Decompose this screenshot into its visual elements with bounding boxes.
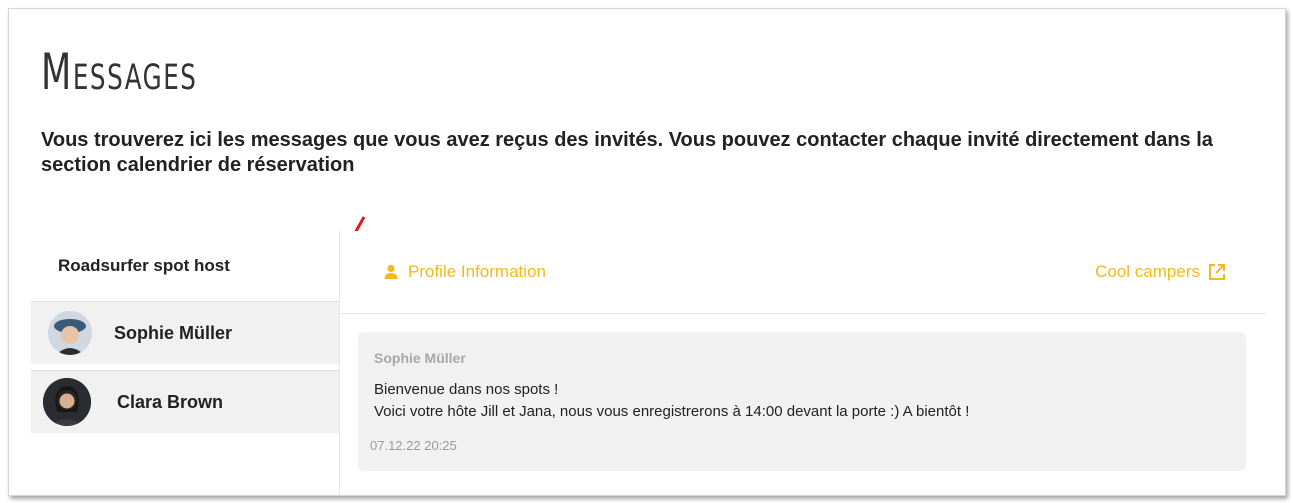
message-line: Voici votre hôte Jill et Jana, nous vous… (374, 403, 970, 420)
message-timestamp: 07.12.22 20:25 (370, 438, 457, 453)
conversation-item-clara[interactable]: Clara Brown (31, 370, 339, 433)
cool-campers-link[interactable]: Cool campers (1095, 262, 1226, 282)
sidebar-header: Roadsurfer spot host (58, 256, 230, 275)
page-title: Messages (41, 43, 198, 101)
avatar (48, 311, 92, 355)
screenshot-frame: Messages Vous trouverez ici les messages… (8, 8, 1286, 496)
person-icon (384, 264, 398, 279)
page-subtitle: Vous trouverez ici les messages que vous… (41, 129, 1213, 176)
avatar (43, 378, 91, 426)
message-body: Bienvenue dans nos spots ! Voici votre h… (374, 379, 969, 423)
conversation-panel: Profile Information Cool campers Sophie … (340, 231, 1266, 495)
cool-campers-label: Cool campers (1095, 262, 1200, 281)
conversation-name: Clara Brown (117, 391, 224, 412)
profile-information-link[interactable]: Profile Information (382, 262, 546, 282)
external-link-icon (1209, 264, 1225, 280)
message-bubble: Sophie Müller Bienvenue dans nos spots !… (358, 332, 1246, 471)
message-sender: Sophie Müller (374, 350, 466, 366)
conversation-sidebar: Roadsurfer spot host Sophie Müller Clara… (31, 231, 340, 495)
message-line: Bienvenue dans nos spots ! (374, 381, 559, 398)
conversation-header: Profile Information Cool campers (340, 231, 1266, 314)
conversation-name: Sophie Müller (114, 322, 233, 343)
conversation-item-sophie[interactable]: Sophie Müller (31, 301, 339, 364)
profile-information-label: Profile Information (408, 262, 546, 281)
